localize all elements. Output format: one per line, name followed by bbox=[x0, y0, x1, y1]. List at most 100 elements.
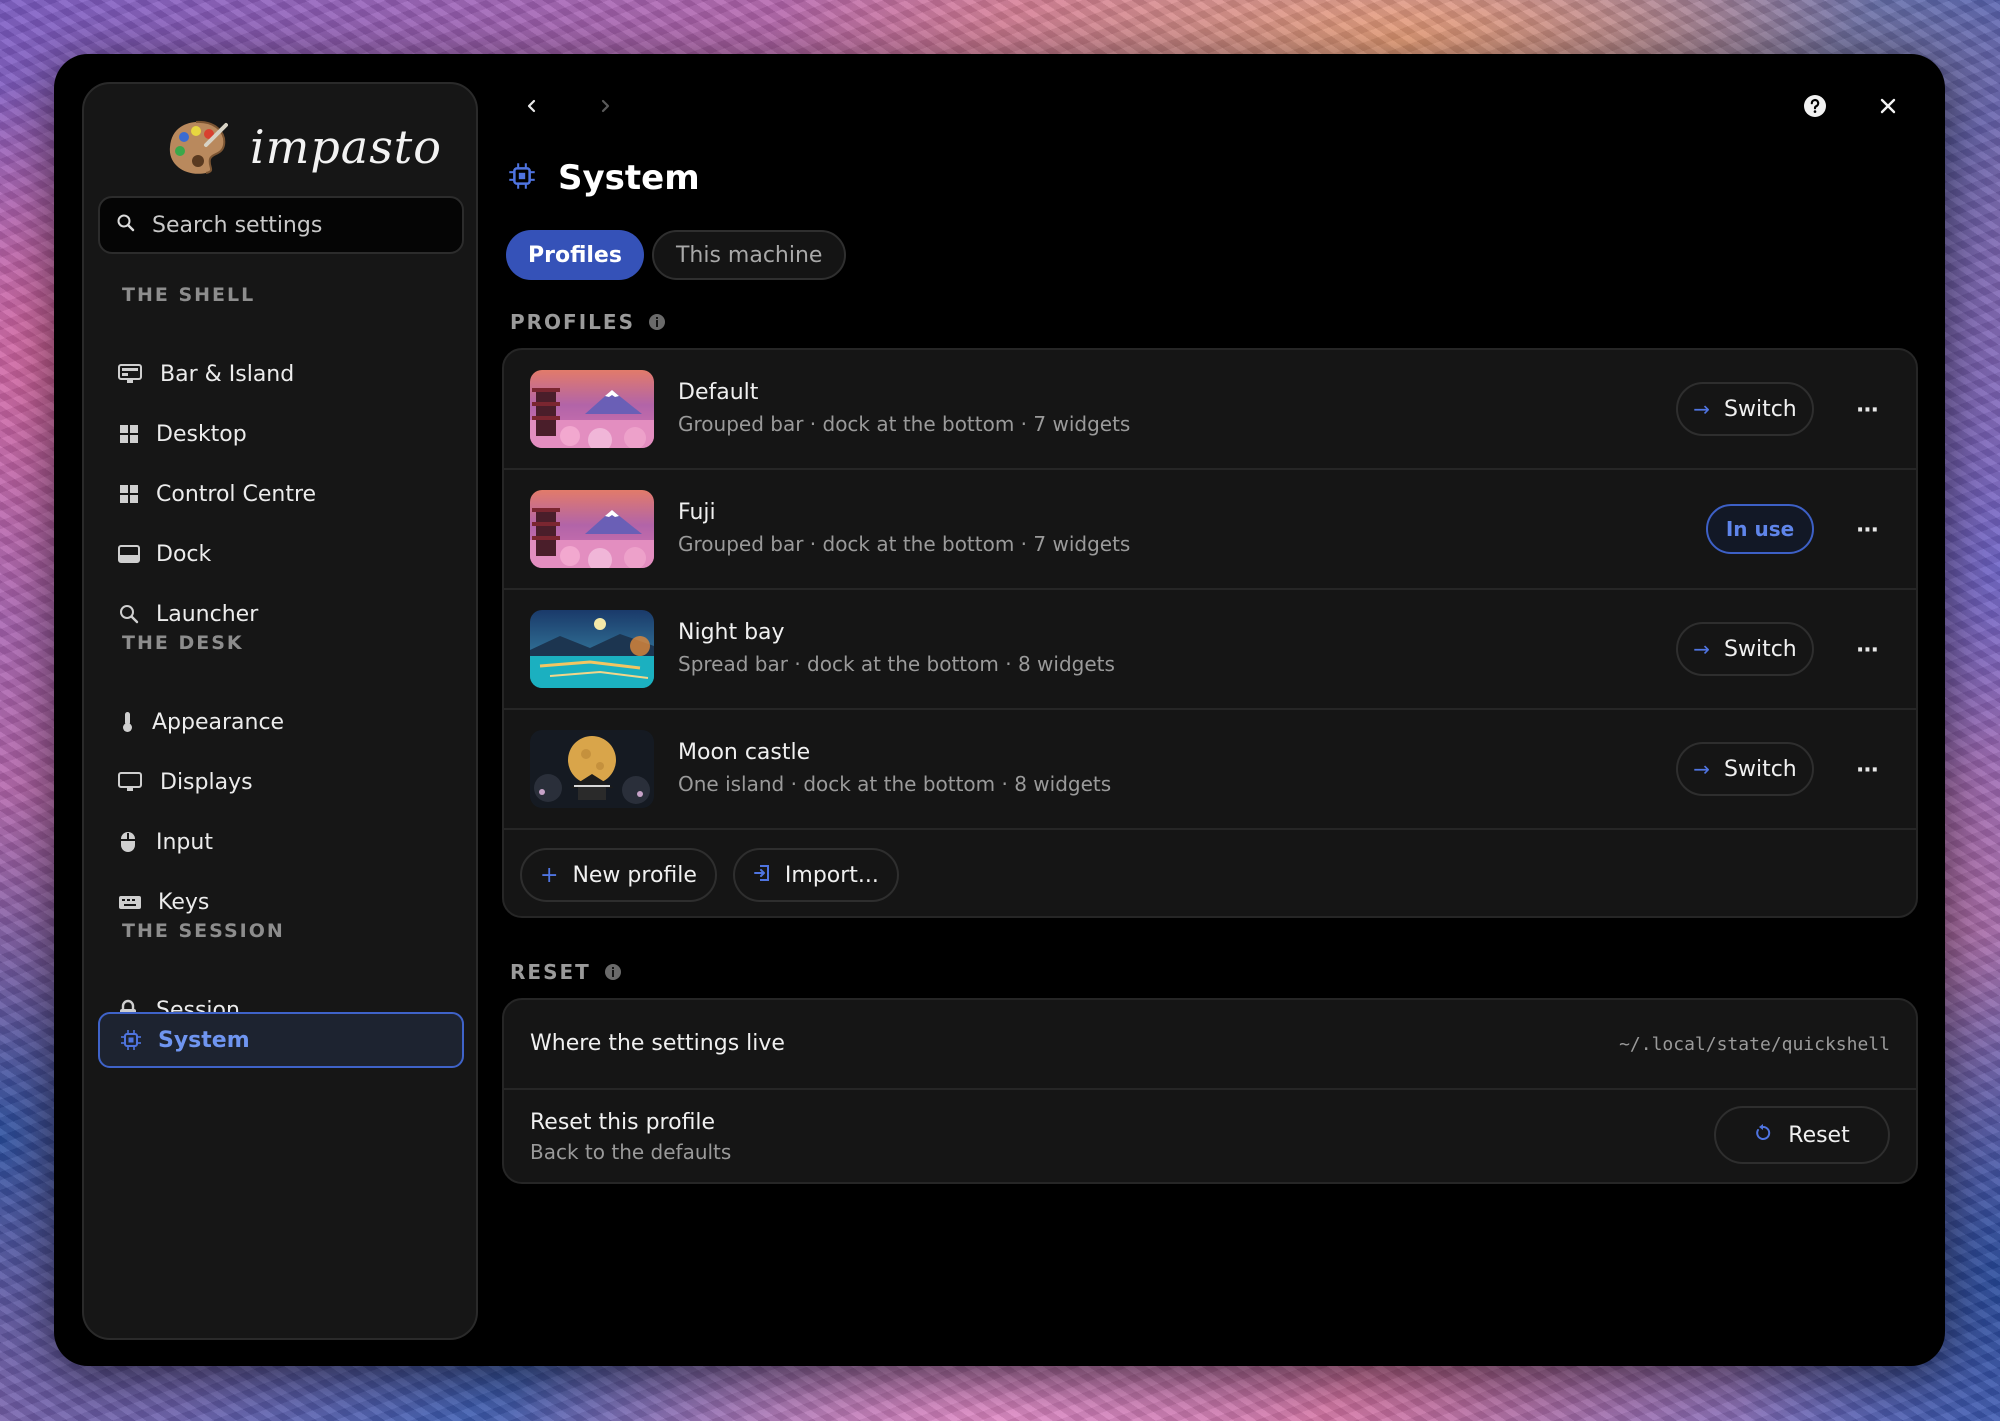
app-logo: impasto bbox=[166, 112, 441, 182]
sidebar-item-label: Desktop bbox=[156, 421, 247, 447]
settings-location-value: ~/.local/state/quickshell bbox=[1619, 1034, 1890, 1055]
profile-description: One island · dock at the bottom · 8 widg… bbox=[678, 772, 1112, 796]
section-title: PROFILES bbox=[510, 310, 635, 334]
mouse-icon bbox=[118, 831, 140, 853]
sidebar-item-desktop[interactable]: Desktop bbox=[98, 406, 464, 462]
import-label: Import... bbox=[784, 862, 879, 888]
reset-card: Where the settings live ~/.local/state/q… bbox=[502, 998, 1918, 1184]
grid-icon bbox=[118, 423, 140, 445]
reset-button-label: Reset bbox=[1788, 1122, 1850, 1148]
profile-row-night-bay[interactable]: Night bay Spread bar · dock at the botto… bbox=[504, 590, 1916, 710]
profile-thumbnail bbox=[530, 490, 654, 568]
section-title-shell: THE SHELL bbox=[122, 284, 256, 306]
ellipsis-icon: ⋯ bbox=[1856, 757, 1880, 783]
search-box[interactable] bbox=[98, 196, 464, 254]
sidebar-item-label: Control Centre bbox=[156, 481, 317, 507]
page-header: System bbox=[508, 158, 700, 198]
sidebar-item-label: Keys bbox=[158, 889, 210, 915]
thermometer-icon bbox=[118, 711, 140, 733]
reset-profile-label: Reset this profile bbox=[530, 1110, 716, 1135]
arrow-right-icon: → bbox=[1693, 637, 1710, 661]
arrow-right-icon: → bbox=[1693, 397, 1710, 421]
arrow-right-icon: → bbox=[1693, 757, 1710, 781]
reset-profile-sub: Back to the defaults bbox=[530, 1140, 732, 1164]
sidebar-item-bar-island[interactable]: Bar & Island bbox=[98, 346, 464, 402]
forward-button[interactable] bbox=[585, 86, 625, 126]
profile-row-fuji[interactable]: Fuji Grouped bar · dock at the bottom · … bbox=[504, 470, 1916, 590]
search-icon bbox=[116, 213, 136, 237]
settings-location-label: Where the settings live bbox=[530, 1031, 785, 1056]
profile-name: Fuji bbox=[678, 500, 716, 525]
settings-location-row: Where the settings live ~/.local/state/q… bbox=[504, 1000, 1916, 1090]
sidebar-item-label: Displays bbox=[160, 769, 253, 795]
profile-description: Spread bar · dock at the bottom · 8 widg… bbox=[678, 652, 1115, 676]
help-icon bbox=[1804, 95, 1826, 117]
more-options-button[interactable]: ⋯ bbox=[1848, 510, 1888, 550]
monitor-icon bbox=[118, 771, 142, 793]
more-options-button[interactable]: ⋯ bbox=[1848, 390, 1888, 430]
more-options-button[interactable]: ⋯ bbox=[1848, 630, 1888, 670]
section-title-desk: THE DESK bbox=[122, 632, 244, 654]
tab-bar: Profiles This machine bbox=[506, 230, 854, 280]
sidebar-item-label: Input bbox=[156, 829, 213, 855]
sidebar-item-label: Appearance bbox=[152, 709, 285, 735]
sidebar-item-displays[interactable]: Displays bbox=[98, 754, 464, 810]
sidebar-item-appearance[interactable]: Appearance bbox=[98, 694, 464, 750]
ellipsis-icon: ⋯ bbox=[1856, 397, 1880, 423]
tab-profiles[interactable]: Profiles bbox=[506, 230, 644, 280]
info-icon[interactable] bbox=[648, 314, 665, 330]
reset-icon bbox=[1754, 1123, 1772, 1148]
profile-row-default[interactable]: Default Grouped bar · dock at the bottom… bbox=[504, 350, 1916, 470]
import-button[interactable]: Import... bbox=[732, 848, 899, 902]
profile-name: Night bay bbox=[678, 620, 785, 645]
chevron-right-icon bbox=[601, 99, 610, 113]
chip-icon bbox=[120, 1029, 142, 1051]
switch-button[interactable]: → Switch bbox=[1676, 622, 1814, 676]
in-use-badge: In use bbox=[1706, 504, 1814, 554]
sidebar-item-control-centre[interactable]: Control Centre bbox=[98, 466, 464, 522]
profiles-section-heading: PROFILES bbox=[510, 310, 665, 334]
sidebar: impasto THE SHELL Bar & Island Desktop C… bbox=[82, 82, 478, 1340]
back-button[interactable] bbox=[512, 86, 552, 126]
switch-button[interactable]: → Switch bbox=[1676, 742, 1814, 796]
search-input[interactable] bbox=[152, 212, 452, 238]
palette-logo-icon bbox=[166, 119, 228, 175]
reset-button[interactable]: Reset bbox=[1714, 1106, 1890, 1164]
switch-button[interactable]: → Switch bbox=[1676, 382, 1814, 436]
keyboard-icon bbox=[118, 891, 141, 913]
sidebar-item-label: Launcher bbox=[156, 601, 259, 627]
profile-actions: + New profile Import... bbox=[504, 830, 1916, 916]
profile-thumbnail bbox=[530, 370, 654, 448]
profile-description: Grouped bar · dock at the bottom · 7 wid… bbox=[678, 532, 1131, 556]
sidebar-item-dock[interactable]: Dock bbox=[98, 526, 464, 582]
profile-thumbnail bbox=[530, 610, 654, 688]
sidebar-item-system[interactable]: System bbox=[98, 1012, 464, 1068]
import-icon bbox=[753, 863, 771, 888]
section-title-session: THE SESSION bbox=[122, 920, 285, 942]
new-profile-button[interactable]: + New profile bbox=[520, 848, 717, 902]
chip-icon bbox=[508, 162, 536, 194]
more-options-button[interactable]: ⋯ bbox=[1848, 750, 1888, 790]
profiles-card: Default Grouped bar · dock at the bottom… bbox=[502, 348, 1918, 918]
profile-row-moon-castle[interactable]: Moon castle One island · dock at the bot… bbox=[504, 710, 1916, 830]
help-button[interactable] bbox=[1795, 86, 1835, 126]
switch-button-label: Switch bbox=[1724, 636, 1797, 662]
monitor-bar-icon bbox=[118, 363, 142, 385]
plus-icon: + bbox=[540, 862, 559, 888]
page-title: System bbox=[558, 158, 700, 198]
new-profile-label: New profile bbox=[572, 862, 697, 888]
ellipsis-icon: ⋯ bbox=[1856, 637, 1880, 663]
reset-section-heading: RESET bbox=[510, 960, 621, 984]
section-title: RESET bbox=[510, 960, 591, 984]
reset-profile-row: Reset this profile Back to the defaults … bbox=[504, 1090, 1916, 1180]
close-icon bbox=[1880, 98, 1896, 114]
tab-this-machine[interactable]: This machine bbox=[651, 230, 847, 280]
close-button[interactable] bbox=[1868, 86, 1908, 126]
info-icon[interactable] bbox=[604, 964, 621, 980]
profile-name: Moon castle bbox=[678, 740, 811, 765]
sidebar-item-label: Bar & Island bbox=[160, 361, 295, 387]
switch-button-label: Switch bbox=[1724, 756, 1797, 782]
search-icon bbox=[118, 603, 140, 625]
profile-description: Grouped bar · dock at the bottom · 7 wid… bbox=[678, 412, 1131, 436]
sidebar-item-input[interactable]: Input bbox=[98, 814, 464, 870]
